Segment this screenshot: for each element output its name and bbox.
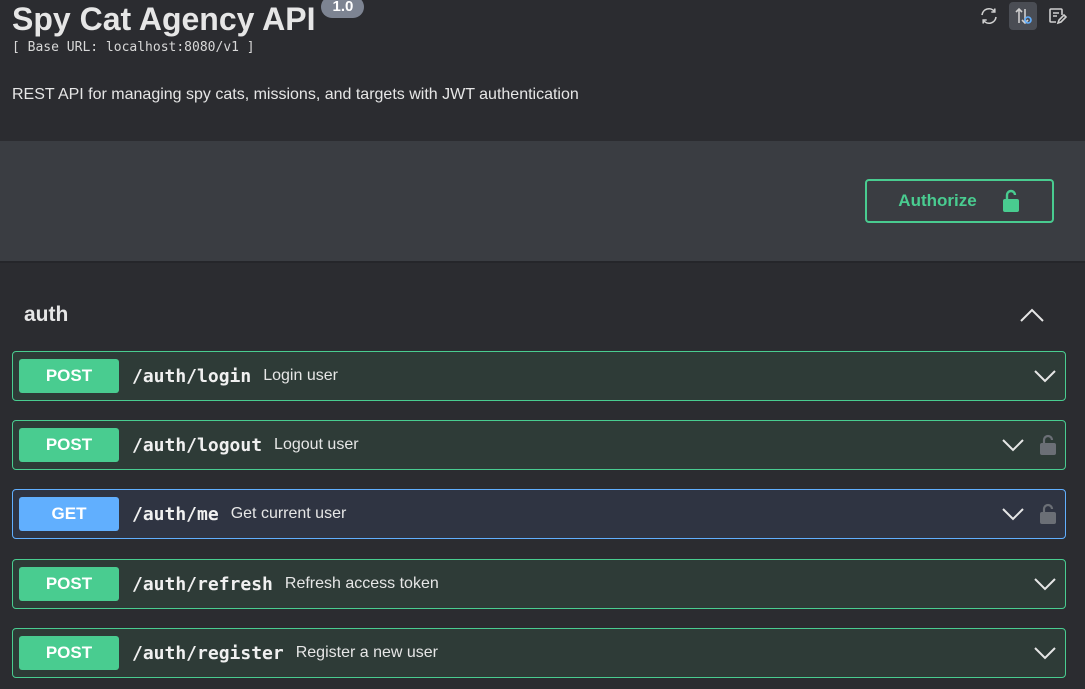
- chevron-down-icon[interactable]: [1001, 438, 1025, 452]
- operation-summary: Logout user: [274, 436, 359, 453]
- method-badge: POST: [19, 567, 119, 601]
- operation-summary: Register a new user: [295, 644, 439, 661]
- chevron-down-icon[interactable]: [1033, 646, 1057, 660]
- tag-section-header[interactable]: auth: [12, 290, 1065, 340]
- operation-auth-logout[interactable]: POST /auth/logout Logout user: [12, 420, 1066, 470]
- chevron-down-icon[interactable]: [1033, 369, 1057, 383]
- operation-path: /auth/register: [132, 642, 284, 664]
- sort-icon: [1015, 7, 1032, 25]
- operation-path: /auth/logout: [132, 434, 263, 456]
- lock-icon[interactable]: [1039, 434, 1057, 456]
- chevron-down-icon[interactable]: [1001, 507, 1025, 521]
- operation-auth-me[interactable]: GET /auth/me Get current user: [12, 489, 1066, 539]
- operation-auth-refresh[interactable]: POST /auth/refresh Refresh access token: [12, 559, 1066, 609]
- tag-title: auth: [24, 303, 69, 326]
- lock-icon[interactable]: [1039, 503, 1057, 525]
- operation-summary: Login user: [263, 367, 338, 384]
- base-url: [ Base URL: localhost:8080/v1 ]: [12, 40, 255, 55]
- operation-summary: Get current user: [230, 505, 347, 522]
- version-badge: 1.0: [321, 0, 365, 18]
- authorize-button[interactable]: Authorize: [865, 179, 1054, 223]
- refresh-icon: [981, 7, 997, 25]
- api-info-header: Spy Cat Agency API 1.0 [ Base URL: local…: [0, 0, 1085, 141]
- operation-path: /auth/refresh: [132, 573, 273, 595]
- edit-icon: [1049, 8, 1067, 25]
- method-badge: POST: [19, 636, 119, 670]
- method-badge: POST: [19, 428, 119, 462]
- method-badge: POST: [19, 359, 119, 393]
- chevron-down-icon[interactable]: [1033, 577, 1057, 591]
- sort-button[interactable]: [1009, 2, 1037, 30]
- refresh-button[interactable]: [975, 2, 1003, 30]
- operation-auth-login[interactable]: POST /auth/login Login user: [12, 351, 1066, 401]
- operation-path: /auth/me: [132, 503, 219, 525]
- auth-wrapper: Authorize: [0, 141, 1085, 263]
- chevron-up-icon[interactable]: [1019, 307, 1045, 323]
- method-badge: GET: [19, 497, 119, 531]
- authorize-label: Authorize: [898, 191, 977, 210]
- operation-path: /auth/login: [132, 365, 252, 387]
- unlock-icon: [1002, 189, 1019, 212]
- operation-summary: Refresh access token: [284, 575, 439, 592]
- api-description: REST API for managing spy cats, missions…: [12, 86, 579, 103]
- operation-auth-register[interactable]: POST /auth/register Register a new user: [12, 628, 1066, 678]
- title-row: Spy Cat Agency API 1.0: [12, 0, 365, 38]
- toolbar: [975, 2, 1071, 30]
- edit-button[interactable]: [1043, 2, 1071, 30]
- api-title: Spy Cat Agency API: [12, 1, 316, 37]
